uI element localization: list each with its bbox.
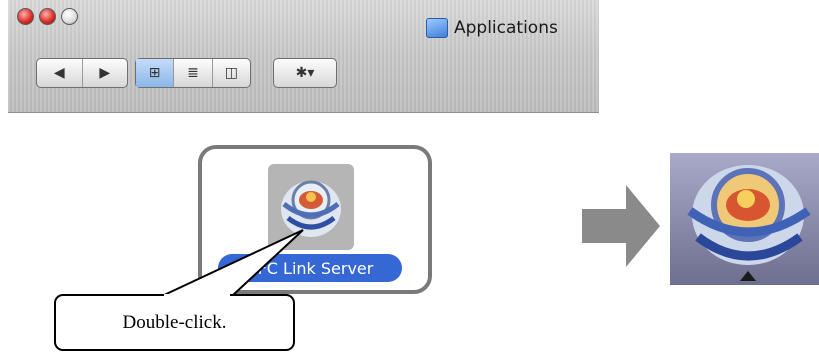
right-arrow-icon — [582, 185, 660, 267]
list-view-icon: ≣ — [187, 65, 199, 81]
callout-text: Double-click. — [122, 311, 227, 333]
app-icon[interactable] — [268, 164, 354, 250]
forward-button[interactable]: ▶ — [83, 59, 128, 87]
back-button[interactable]: ◀ — [37, 59, 83, 87]
window-titlebar — [8, 0, 599, 113]
action-menu-segment[interactable]: ✱▾ — [274, 59, 336, 87]
gear-icon: ✱▾ — [295, 65, 315, 81]
back-arrow-icon: ◀ — [53, 65, 65, 81]
app-name-label[interactable]: AFC Link Server — [218, 254, 402, 282]
zoom-button[interactable] — [61, 8, 78, 25]
app-icon-large — [670, 153, 819, 285]
back-forward-control: ◀ ▶ — [36, 58, 128, 88]
forward-arrow-icon: ▶ — [99, 65, 111, 81]
column-view-icon: ◫ — [224, 65, 238, 81]
server-app-icon — [281, 180, 341, 237]
icon-view-icon: ⊞ — [148, 65, 161, 81]
window-title-label: Applications — [454, 18, 558, 38]
column-view-button[interactable]: ◫ — [213, 59, 250, 87]
close-button[interactable] — [17, 8, 34, 25]
applications-folder-icon — [426, 18, 448, 38]
window-title: Applications — [426, 18, 558, 38]
double-click-callout: Double-click. — [54, 294, 295, 351]
server-app-icon-large — [687, 165, 811, 281]
list-view-button[interactable]: ≣ — [174, 59, 213, 87]
action-menu-button[interactable]: ✱▾ — [273, 58, 337, 88]
minimize-button[interactable] — [39, 8, 56, 25]
view-mode-control: ⊞ ≣ ◫ — [135, 58, 251, 88]
icon-view-button[interactable]: ⊞ — [136, 59, 175, 87]
